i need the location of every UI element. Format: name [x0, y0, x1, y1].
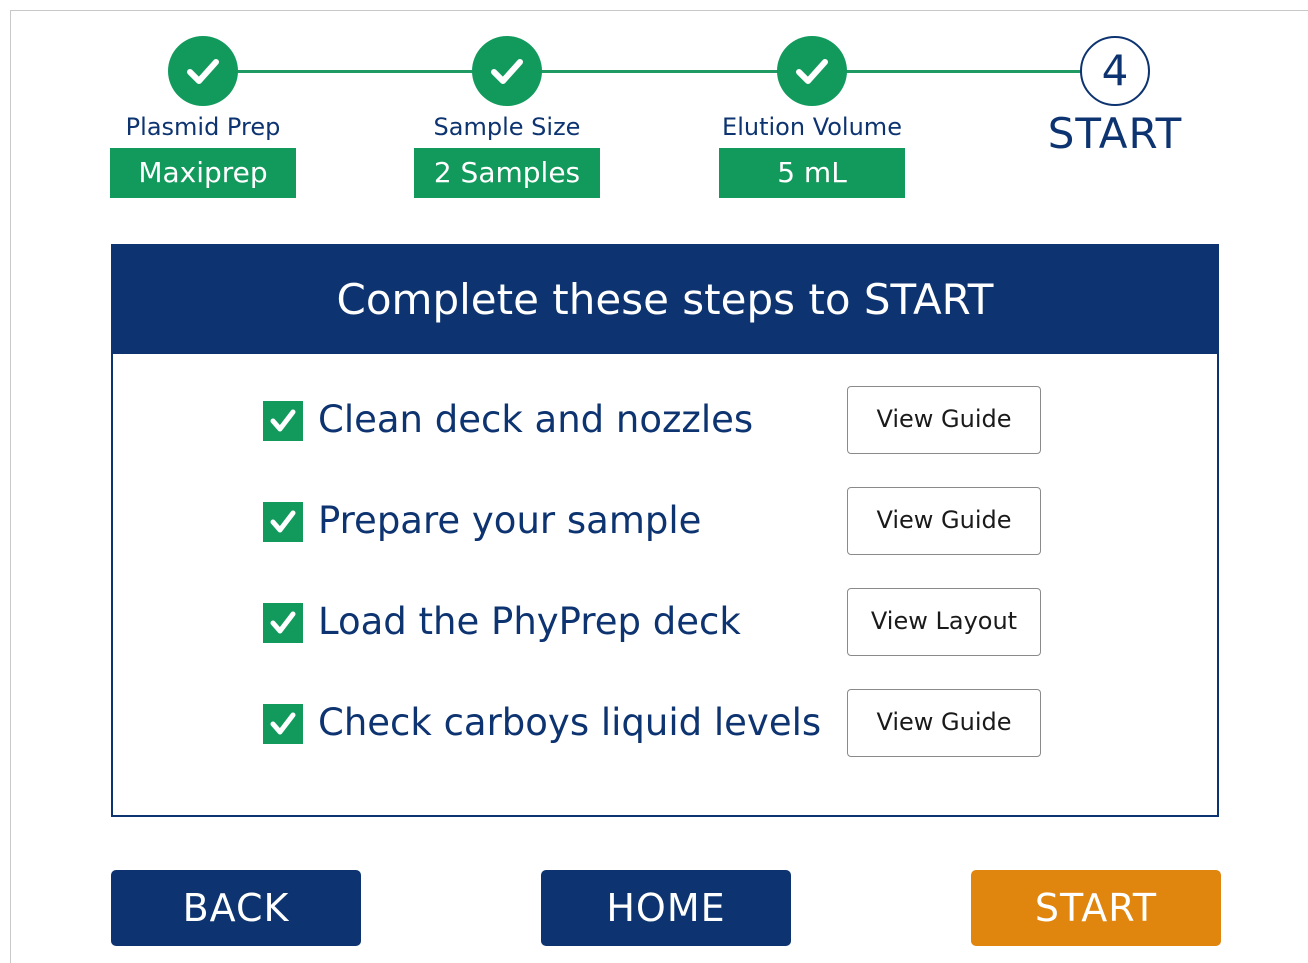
- task-row-load-deck: Load the PhyPrep deck View Layout: [113, 588, 1217, 656]
- task-checkbox[interactable]: [263, 502, 303, 542]
- checkmark-icon: [270, 712, 296, 735]
- step-label: Elution Volume: [722, 113, 902, 141]
- view-guide-button[interactable]: View Guide: [847, 386, 1041, 454]
- task-checkbox[interactable]: [263, 704, 303, 744]
- task-checkbox[interactable]: [263, 603, 303, 643]
- checkmark-icon: [270, 409, 296, 432]
- panel-title: Complete these steps to START: [113, 246, 1217, 354]
- step-label: Plasmid Prep: [125, 113, 281, 141]
- view-guide-button[interactable]: View Guide: [847, 689, 1041, 757]
- checkmark-icon: [270, 611, 296, 634]
- task-row-prepare-sample: Prepare your sample View Guide: [113, 487, 1217, 555]
- step-complete-indicator: [168, 36, 238, 106]
- step-value-badge: 5 mL: [719, 148, 905, 198]
- task-label: Load the PhyPrep deck: [318, 600, 741, 643]
- task-label: Prepare your sample: [318, 499, 702, 542]
- task-row-check-carboys: Check carboys liquid levels View Guide: [113, 689, 1217, 757]
- step-complete-indicator: [472, 36, 542, 106]
- step-sample-size: Sample Size 2 Samples: [397, 36, 617, 198]
- task-checkbox[interactable]: [263, 401, 303, 441]
- task-label: Check carboys liquid levels: [318, 701, 822, 744]
- task-label: Clean deck and nozzles: [318, 398, 754, 441]
- task-row-clean-deck: Clean deck and nozzles View Guide: [113, 386, 1217, 454]
- frame-top-border: [10, 10, 1308, 11]
- step-label: START: [1047, 109, 1183, 158]
- frame-left-border: [10, 10, 11, 963]
- step-elution-volume: Elution Volume 5 mL: [702, 36, 922, 198]
- view-guide-button[interactable]: View Guide: [847, 487, 1041, 555]
- back-button[interactable]: BACK: [111, 870, 361, 946]
- step-start: 4 START: [1005, 36, 1225, 158]
- view-layout-button[interactable]: View Layout: [847, 588, 1041, 656]
- checkmark-icon: [187, 59, 219, 84]
- checkmark-icon: [491, 59, 523, 84]
- home-button[interactable]: HOME: [541, 870, 791, 946]
- checkmark-icon: [796, 59, 828, 84]
- step-value-badge: 2 Samples: [414, 148, 600, 198]
- step-value-badge: Maxiprep: [110, 148, 296, 198]
- checklist-panel: Complete these steps to START Clean deck…: [111, 244, 1219, 817]
- step-complete-indicator: [777, 36, 847, 106]
- step-number-indicator: 4: [1080, 36, 1150, 106]
- start-button[interactable]: START: [971, 870, 1221, 946]
- step-label: Sample Size: [433, 113, 581, 141]
- step-plasmid-prep: Plasmid Prep Maxiprep: [93, 36, 313, 198]
- checkmark-icon: [270, 510, 296, 533]
